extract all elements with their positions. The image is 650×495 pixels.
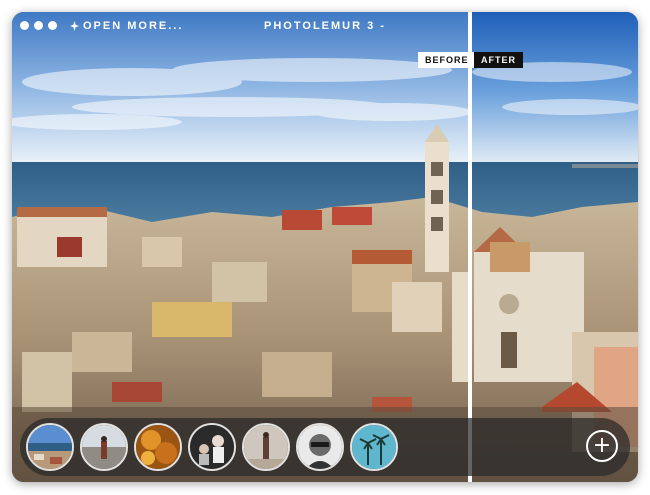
thumbnail-group-portrait[interactable] bbox=[188, 423, 236, 471]
title-bar: OPEN MORE... PHOTOLEMUR 3 - bbox=[12, 12, 638, 40]
thumbnail-image bbox=[136, 425, 180, 469]
thumbnail-aerial-city[interactable] bbox=[26, 423, 74, 471]
before-label: BEFORE bbox=[418, 52, 476, 68]
app-title-text: PHOTOLEMUR 3 bbox=[264, 20, 376, 32]
thumbnail-bw-portrait[interactable] bbox=[296, 423, 344, 471]
chevron-down-icon: - bbox=[380, 20, 386, 32]
add-photo-button[interactable]: + bbox=[586, 430, 618, 462]
after-label: AFTER bbox=[474, 52, 523, 68]
thumbnail-image bbox=[82, 425, 126, 469]
plus-icon: + bbox=[592, 433, 612, 458]
thumbnail-autumn-leaves[interactable] bbox=[134, 423, 182, 471]
thumbnail-image bbox=[190, 425, 234, 469]
thumbnail-woman-walking[interactable] bbox=[242, 423, 290, 471]
thumbnail-person-beach[interactable] bbox=[80, 423, 128, 471]
filmstrip: + bbox=[20, 418, 630, 476]
app-title[interactable]: PHOTOLEMUR 3 - bbox=[12, 20, 638, 32]
thumbnail-image bbox=[244, 425, 288, 469]
thumbnail-image bbox=[298, 425, 342, 469]
thumbnail-palm-trees[interactable] bbox=[350, 423, 398, 471]
thumbnail-image bbox=[28, 425, 72, 469]
app-window: OPEN MORE... PHOTOLEMUR 3 - BEFORE AFTER bbox=[12, 12, 638, 482]
thumbnail-image bbox=[352, 425, 396, 469]
photo-canvas[interactable] bbox=[12, 12, 638, 482]
compare-split-handle[interactable] bbox=[468, 12, 472, 482]
